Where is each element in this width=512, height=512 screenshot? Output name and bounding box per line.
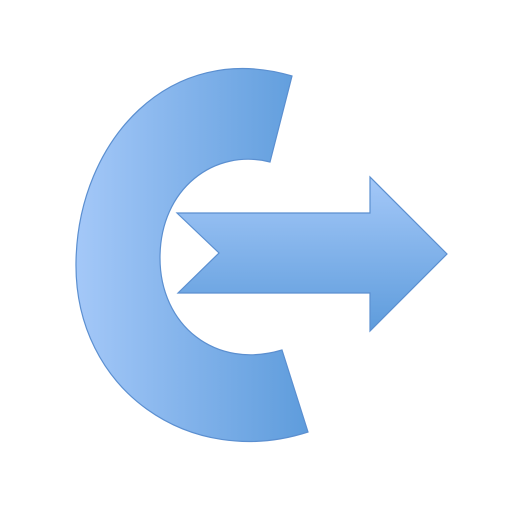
icon-canvas [0,0,512,512]
exit-arrow-icon [75,67,448,442]
arrow-shape [175,175,448,333]
